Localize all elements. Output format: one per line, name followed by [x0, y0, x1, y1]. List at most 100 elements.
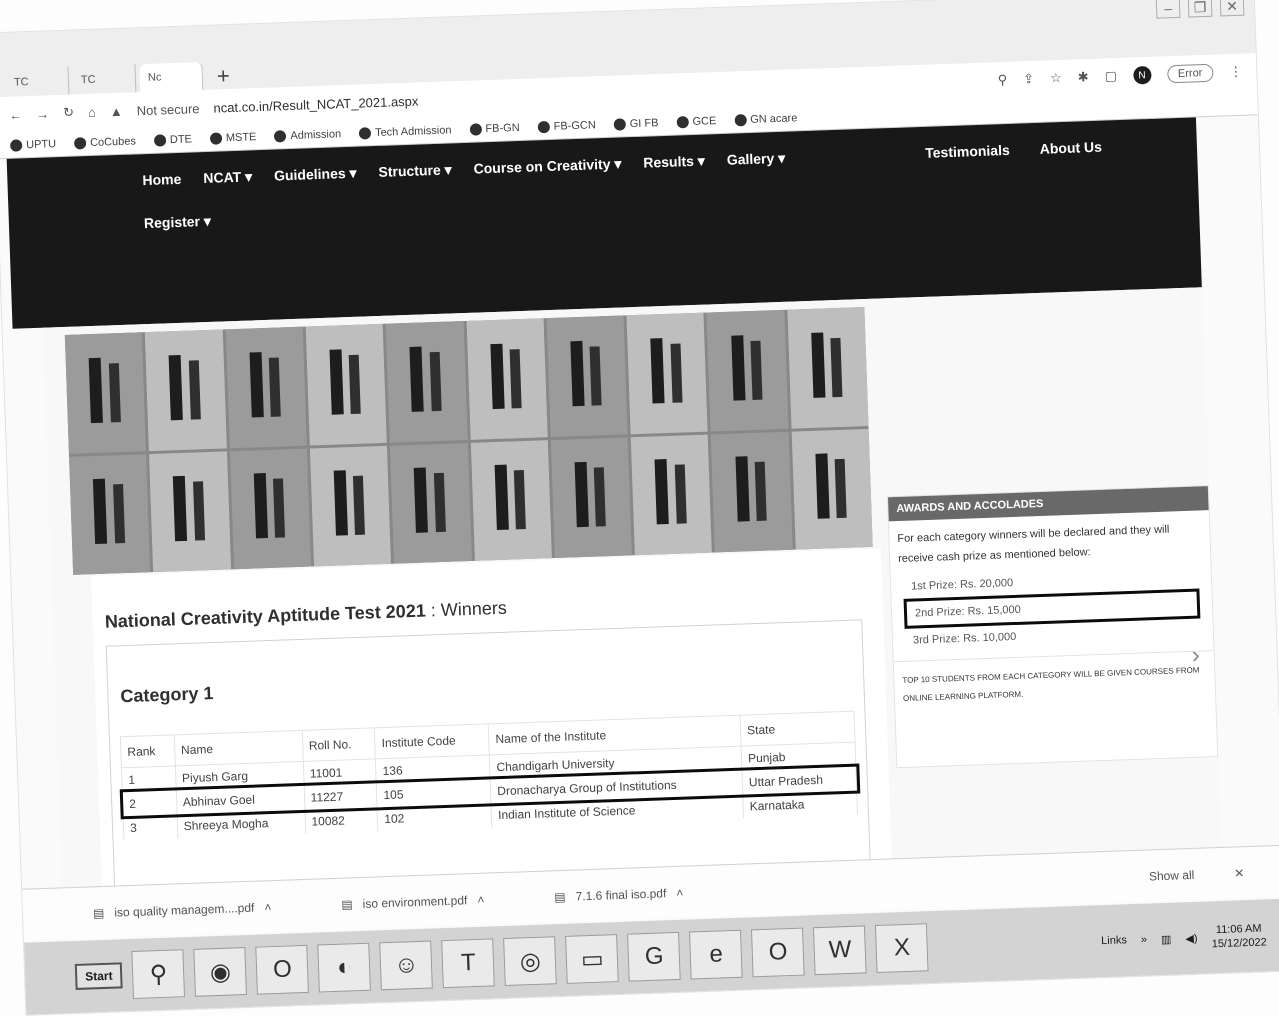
nav-guidelines[interactable]: Guidelines ▾	[274, 165, 357, 185]
collage-photo	[711, 431, 793, 553]
url-field[interactable]: ncat.co.in/Result_NCAT_2021.aspx	[213, 93, 418, 115]
browser-tab-active[interactable]: Nc	[139, 62, 204, 93]
nav-home[interactable]: Home	[142, 171, 181, 189]
clock[interactable]: 11:06 AM 15/12/2022	[1211, 921, 1267, 951]
download-item[interactable]: ▤ iso quality managem....pdf ˄	[93, 900, 272, 920]
browser-tab[interactable]: TC	[72, 64, 137, 95]
cell-code: 102	[377, 803, 493, 832]
bookmark[interactable]: GN acare	[734, 111, 798, 126]
outlook-icon[interactable]: O	[751, 927, 805, 978]
error-button[interactable]: Error	[1166, 63, 1214, 84]
restore-icon[interactable]: ❐	[1187, 0, 1213, 18]
award-photo-collage	[64, 307, 873, 575]
reload-icon[interactable]: ↻	[63, 105, 74, 121]
window-controls: – ❐ ✕	[1155, 0, 1245, 19]
search-people-icon[interactable]: ⚲	[131, 949, 186, 999]
profile-avatar[interactable]: N	[1132, 65, 1152, 85]
winners-panel: National Creativity Aptitude Test 2021 :…	[91, 548, 892, 888]
bookmark-label: GN acare	[750, 111, 798, 126]
close-icon[interactable]: ✕	[1219, 0, 1245, 17]
chrome-icon[interactable]: ◎	[503, 936, 558, 987]
opera-icon[interactable]: O	[255, 944, 310, 995]
minimize-icon[interactable]: –	[1155, 0, 1181, 19]
sidepanel-icon[interactable]: ▢	[1104, 68, 1117, 84]
cell-state: Karnataka	[742, 790, 858, 819]
nav-register[interactable]: Register ▾	[144, 213, 211, 232]
bookmark-label: UPTU	[25, 137, 57, 151]
nav-course-on-creativity[interactable]: Course on Creativity ▾	[473, 155, 621, 177]
close-icon[interactable]: ✕	[1234, 866, 1245, 880]
not-secure-label[interactable]: Not secure	[136, 101, 199, 118]
bookmark[interactable]: GCE	[676, 115, 716, 128]
bookmark-label: GI FB	[629, 116, 659, 130]
bookmark[interactable]: FB-GN	[469, 121, 520, 136]
nav-results[interactable]: Results ▾	[643, 153, 705, 172]
chevron-right-icon[interactable]: ›	[1191, 642, 1200, 670]
bookmark-icon	[613, 117, 626, 131]
cell-roll: 11227	[303, 783, 378, 810]
chrome-active-icon[interactable]: G	[627, 931, 682, 982]
excel-icon[interactable]: X	[875, 923, 929, 974]
pdf-file-icon: ▤	[341, 896, 353, 912]
tray-arrow-icon[interactable]: »	[1141, 934, 1148, 946]
winners-table: Rank Name Roll No. Institute Code Name o…	[119, 711, 860, 841]
forward-icon[interactable]: →	[36, 106, 50, 121]
collage-photo	[225, 326, 307, 448]
skype-icon[interactable]: ◉	[193, 947, 248, 997]
category-title: Category 1	[120, 683, 214, 707]
bookmark[interactable]: CoCubes	[73, 134, 137, 150]
extensions-icon[interactable]: ✱	[1078, 69, 1089, 85]
edge-icon[interactable]: e	[689, 929, 744, 980]
firefox-icon[interactable]: ◐	[317, 942, 372, 993]
bookmark[interactable]: GI FB	[613, 116, 659, 131]
bookmark[interactable]: UPTU	[9, 137, 57, 152]
bookmark[interactable]: Admission	[274, 128, 341, 143]
links-toolbar[interactable]: Links	[1101, 934, 1127, 947]
bookmark-icon	[358, 126, 372, 140]
home-icon[interactable]: ⌂	[88, 104, 96, 119]
star-icon[interactable]: ☆	[1050, 70, 1062, 86]
page-content: National Creativity Aptitude Test 2021 :…	[42, 287, 1222, 888]
download-item[interactable]: ▤ 7.1.6 final iso.pdf ˄	[554, 885, 684, 903]
download-label: iso environment.pdf	[362, 892, 468, 911]
awards-note: TOP 10 STUDENTS FROM EACH CATEGORY WILL …	[893, 650, 1216, 719]
nav-structure[interactable]: Structure ▾	[378, 161, 452, 181]
clock-date: 15/12/2022	[1211, 936, 1267, 951]
col-institute-code: Institute Code	[374, 723, 490, 759]
nav-testimonials[interactable]: Testimonials	[925, 142, 1010, 161]
show-all-link[interactable]: Show all	[1149, 867, 1195, 883]
search-icon[interactable]: ⚲	[997, 72, 1007, 88]
bookmark[interactable]: DTE	[153, 133, 192, 147]
teams-icon[interactable]: T	[441, 938, 496, 989]
page-title-text: National Creativity Aptitude Test 2021	[104, 600, 427, 632]
collage-photo	[229, 448, 311, 570]
download-item[interactable]: ▤ iso environment.pdf ˄	[341, 892, 484, 911]
network-icon[interactable]: ▥	[1161, 932, 1172, 945]
volume-icon[interactable]: ◀)	[1185, 931, 1198, 944]
people-icon[interactable]: ☺	[379, 940, 434, 991]
category-box: Category 1 Rank Name Roll No. Institute …	[105, 619, 871, 888]
bookmark[interactable]: Tech Admission	[358, 123, 452, 140]
bookmark-icon	[9, 138, 23, 152]
folder-icon[interactable]: ▭	[565, 934, 620, 984]
bookmark-label: Tech Admission	[374, 123, 452, 139]
chevron-up-icon[interactable]: ˄	[477, 892, 484, 906]
share-icon[interactable]: ⇪	[1023, 71, 1034, 87]
back-icon[interactable]: ←	[9, 107, 23, 122]
nav-gallery[interactable]: Gallery ▾	[727, 150, 786, 169]
new-tab-button[interactable]: +	[206, 63, 240, 90]
nav-ncat[interactable]: NCAT ▾	[203, 168, 252, 187]
nav-about-us[interactable]: About Us	[1039, 139, 1102, 157]
bookmark[interactable]: MSTE	[209, 130, 257, 145]
bookmark-icon	[469, 122, 482, 136]
bookmark[interactable]: FB-GCN	[537, 119, 596, 133]
chevron-up-icon[interactable]: ˄	[264, 900, 271, 914]
chevron-up-icon[interactable]: ˄	[676, 885, 683, 899]
bookmark-label: CoCubes	[89, 134, 137, 149]
word-icon[interactable]: W	[813, 925, 867, 976]
menu-icon[interactable]: ⋮	[1229, 64, 1243, 80]
bookmark-label: MSTE	[225, 130, 257, 144]
collage-photo	[390, 442, 472, 564]
start-button[interactable]: Start	[74, 962, 124, 990]
browser-tab[interactable]: TC	[5, 66, 70, 97]
